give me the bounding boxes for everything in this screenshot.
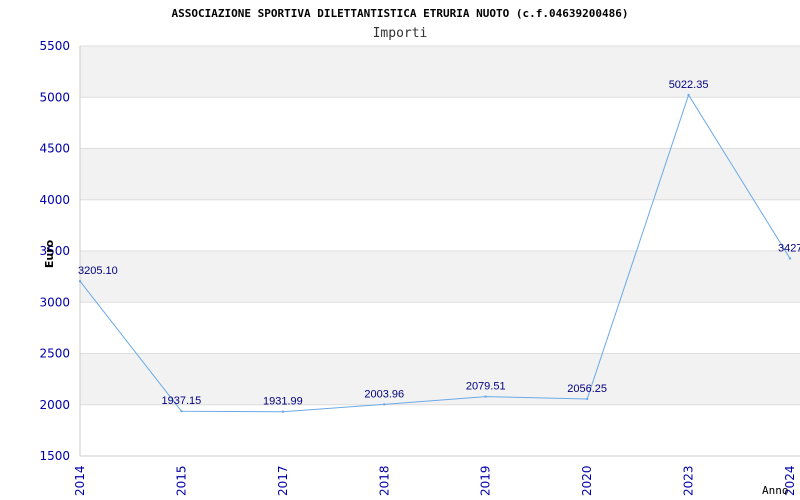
data-label: 2056.25 — [567, 383, 607, 395]
y-axis-label: Euro — [43, 239, 56, 268]
data-point — [78, 280, 82, 283]
x-tick-labels: 2014 2015 2017 2018 2019 2020 2023 2024 — [73, 465, 797, 496]
background-band — [80, 148, 800, 200]
y-tick-label: 4000 — [39, 193, 70, 207]
x-tick-label: 2018 — [377, 465, 391, 496]
chart-title: ASSOCIAZIONE SPORTIVA DILETTANTISTICA ET… — [172, 7, 629, 20]
data-point — [281, 410, 285, 413]
y-tick-label: 2000 — [39, 398, 70, 412]
x-tick-label: 2017 — [276, 465, 290, 496]
x-tick-label: 2015 — [174, 465, 188, 496]
data-point — [585, 397, 589, 401]
background-band — [80, 97, 800, 149]
data-point — [484, 395, 487, 398]
data-label: 3427.4 — [778, 242, 800, 254]
y-tick-label: 4500 — [39, 142, 70, 156]
background-band — [80, 302, 800, 354]
background-band — [80, 199, 800, 251]
y-tick-label: 1500 — [39, 449, 70, 463]
data-point — [788, 257, 792, 260]
data-label: 3205.10 — [78, 265, 118, 277]
data-point — [180, 409, 183, 413]
y-tick-label: 5500 — [39, 39, 70, 53]
y-tick-label: 2500 — [39, 347, 70, 361]
data-label: 2079.51 — [466, 381, 506, 393]
line-chart: 150020002500300035004000450050005500 201… — [39, 7, 800, 497]
x-axis-label: Anno — [762, 484, 789, 497]
y-tick-label: 3000 — [39, 295, 70, 309]
data-label: 2003.96 — [364, 388, 404, 400]
data-label: 1937.15 — [162, 395, 202, 407]
x-tick-label: 2020 — [580, 465, 594, 496]
background-band — [80, 251, 800, 303]
x-tick-label: 2023 — [682, 465, 696, 496]
chart-subtitle: Importi — [373, 26, 428, 41]
data-label: 1931.99 — [263, 396, 303, 408]
x-tick-label: 2019 — [479, 465, 493, 496]
background-band — [80, 404, 800, 456]
y-tick-label: 5000 — [39, 90, 70, 104]
data-point — [383, 403, 386, 406]
x-tick-label: 2014 — [73, 465, 87, 496]
data-label: 5022.35 — [669, 79, 709, 91]
data-point — [687, 93, 690, 97]
